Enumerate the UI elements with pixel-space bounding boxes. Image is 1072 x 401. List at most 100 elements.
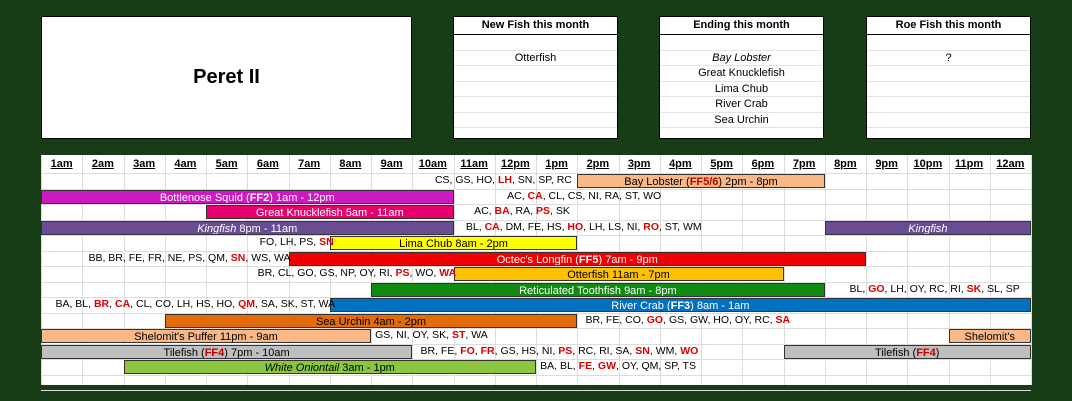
fish-time-bar: Kingfish 8pm - 11am — [41, 220, 454, 235]
text-segment: Bay Lobster ( — [624, 176, 690, 188]
text-segment: AC, — [474, 205, 495, 217]
text-segment: , LH, OY, RC, RI, — [884, 282, 967, 295]
text-segment: FF4 — [916, 346, 936, 359]
text-segment: WO — [680, 344, 699, 357]
location-list: GS, NI, OY, SK, ST, WA — [375, 328, 488, 343]
text-segment: SN — [635, 344, 650, 357]
text-segment: FR — [480, 344, 495, 357]
text-segment: BL, — [849, 282, 869, 295]
list-item: Great Knucklefish — [660, 66, 823, 82]
text-segment: , WO, — [409, 267, 440, 279]
new-fish-header: New Fish this month — [454, 17, 617, 35]
hour-header: 11am — [460, 158, 488, 170]
roe-fish-list: ? — [867, 35, 1030, 128]
text-segment: Shelomit's Puffer 11pm - 9am — [134, 331, 278, 343]
text-segment: , SN, SP, RC — [511, 174, 572, 186]
list-item — [867, 82, 1030, 97]
location-list: BR, CL, GO, GS, NP, OY, RI, PS, WO, WA — [258, 266, 457, 281]
list-item — [867, 97, 1030, 113]
list-item — [454, 35, 617, 51]
fish-time-bar: Sea Urchin 4am - 2pm — [164, 313, 578, 328]
hour-header: 7pm — [792, 158, 816, 170]
text-segment: , WA — [465, 329, 488, 341]
hour-header: 5am — [215, 158, 238, 170]
text-segment: , GS, HS, NI, — [494, 344, 559, 357]
list-item: Sea Urchin — [660, 113, 823, 128]
text-segment: , WS, WA — [245, 251, 291, 264]
location-list: AC, CA, CL, CS, NI, RA, ST, WO — [507, 189, 661, 204]
text-segment: 8pm - 11am — [236, 222, 298, 235]
hour-header: 1pm — [545, 158, 568, 170]
text-segment: ) 2pm - 8pm — [718, 176, 778, 188]
text-segment: Tilefish ( — [163, 346, 205, 359]
hour-header: 6pm — [751, 158, 775, 170]
ending-panel: Ending this month Bay Lobster Great Knuc… — [659, 16, 824, 139]
text-segment: BA, BL, — [540, 360, 579, 372]
text-segment: GW — [597, 360, 616, 372]
list-item: Bay Lobster — [660, 51, 823, 66]
page-title: Peret II — [193, 66, 260, 88]
text-segment: AC, — [507, 189, 528, 202]
text-segment: ) 8am - 1am — [690, 300, 750, 312]
title-box: Peret II — [41, 16, 412, 139]
location-list: BR, FE, FO, FR, GS, HS, NI, PS, RC, RI, … — [421, 344, 699, 359]
location-list: BA, BL, FE, GW, OY, QM, SP, TS — [540, 359, 696, 374]
text-segment: BR, FE, CO, — [585, 313, 647, 326]
text-segment: Otterfish 11am - 7pm — [567, 269, 670, 281]
grid-line — [41, 374, 1031, 376]
list-item — [454, 113, 617, 128]
text-segment: PS — [535, 205, 550, 217]
text-segment: WA — [439, 267, 457, 279]
text-segment: , SA, SK, ST, WA — [255, 298, 336, 310]
text-segment: SN — [319, 236, 334, 248]
text-segment: , CL, CO, LH, HS, HO, — [130, 298, 239, 310]
text-segment: BR, CL, GO, GS, NP, OY, RI, — [257, 267, 396, 279]
location-list: CS, GS, HO, LH, SN, SP, RC — [435, 173, 572, 188]
hour-header: 2pm — [586, 158, 610, 170]
hour-header: 7am — [298, 158, 321, 170]
hour-header: 8am — [339, 158, 362, 170]
text-segment: PS — [395, 267, 410, 279]
list-item: River Crab — [660, 97, 823, 113]
grid-line — [41, 390, 1031, 391]
ending-header: Ending this month — [660, 17, 823, 35]
fish-time-bar: Bottlenose Squid (FF2) 1am - 12pm — [41, 189, 454, 204]
text-segment: , SL, SP — [981, 282, 1020, 295]
fish-time-bar: Bay Lobster (FF5/6) 2pm - 8pm — [577, 174, 825, 188]
location-list: BL, GO, LH, OY, RC, RI, SK, SL, SP — [850, 282, 1020, 297]
text-segment: , SK — [550, 205, 570, 217]
fish-time-bar: Reticulated Toothfish 9am - 8pm — [371, 282, 825, 297]
list-item — [454, 97, 617, 113]
fish-time-bar: Kingfish — [824, 220, 1031, 235]
text-segment: CA — [484, 220, 500, 233]
fish-time-bar: Tilefish (FF4) 7pm - 10am — [41, 344, 413, 359]
text-segment: White Oniontail — [264, 362, 340, 374]
location-list: BR, FE, CO, GO, GS, GW, HO, OY, RC, SA — [586, 313, 791, 328]
text-segment: SA — [775, 313, 791, 326]
location-list: BA, BL, BR, CA, CL, CO, LH, HS, HO, QM, … — [55, 297, 335, 312]
text-segment: FF2 — [249, 191, 270, 204]
text-segment: , LH, LS, NI, — [583, 220, 644, 233]
hour-header: 2am — [91, 158, 114, 170]
text-segment: BL, — [465, 220, 485, 233]
text-segment: Lima Chub 8am - 2pm — [399, 238, 508, 250]
hour-header: 12am — [996, 158, 1025, 170]
fish-time-bar: Great Knucklefish 5am - 11am — [206, 205, 454, 219]
new-fish-list: Otterfish — [454, 35, 617, 128]
text-segment: Great Knucklefish 5am - 11am — [255, 207, 404, 219]
text-segment: ) 1am - 12pm — [269, 191, 335, 204]
text-segment: GS, NI, OY, SK, — [375, 329, 452, 341]
text-segment: BR, FE, — [420, 344, 461, 357]
text-segment: ST — [451, 329, 466, 341]
text-segment: Octec's Longfin ( — [496, 253, 579, 266]
text-segment: FF3 — [670, 300, 691, 312]
text-segment: SK — [966, 282, 982, 295]
text-segment: , OY, QM, SP, TS — [616, 360, 696, 372]
text-segment: Tilefish ( — [875, 346, 917, 359]
list-item: Otterfish — [454, 51, 617, 66]
fish-time-bar: Shelomit's Puffer 11pm - 9am — [41, 329, 371, 343]
text-segment: Shelomit's — [964, 331, 1015, 343]
location-list: BL, CA, DM, FE, HS, HO, LH, LS, NI, RO, … — [466, 220, 702, 235]
hour-header: 4pm — [669, 158, 692, 170]
text-segment: GO — [868, 282, 885, 295]
